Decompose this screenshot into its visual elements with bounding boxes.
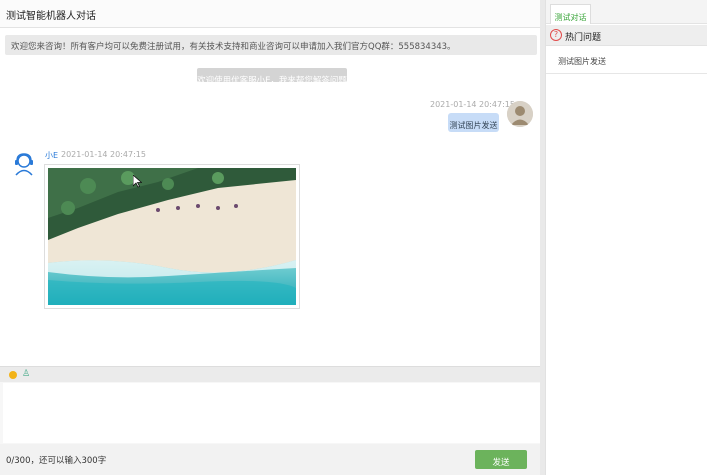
composer-toolbar: ♙ bbox=[0, 366, 540, 382]
hot-question-text: 测试图片发送 bbox=[558, 57, 606, 66]
user-message-bubble: 测试图片发送 bbox=[448, 113, 499, 132]
question-icon: ? bbox=[550, 29, 562, 41]
mouse-cursor-icon bbox=[133, 175, 142, 188]
bot-message-timestamp: 2021-01-14 20:47:15 bbox=[61, 150, 146, 159]
send-button-label: 发送 bbox=[492, 458, 510, 468]
user-message-text: 测试图片发送 bbox=[449, 121, 498, 130]
chat-title: 测试智能机器人对话 bbox=[6, 11, 96, 22]
system-message: 欢迎使用优客服小E，我来帮您解答问题 bbox=[197, 68, 347, 86]
char-counter: 0/300，还可以输入300字 bbox=[6, 456, 107, 466]
chat-header: 测试智能机器人对话 bbox=[0, 0, 540, 28]
tab-test-dialog-label: 测试对话 bbox=[554, 13, 587, 22]
bot-image-message[interactable] bbox=[44, 164, 300, 309]
user-message-timestamp: 2021-01-14 20:47:15 bbox=[430, 100, 515, 109]
beach-photo bbox=[48, 168, 296, 305]
hot-questions-title: 热门问题 bbox=[565, 33, 602, 43]
chat-panel: 测试智能机器人对话 欢迎您来咨询！所有客户均可以免费注册试用，有关技术支持和商业… bbox=[0, 0, 540, 475]
system-message-text: 欢迎使用优客服小E，我来帮您解答问题 bbox=[197, 76, 347, 86]
notice-text: 欢迎您来咨询！所有客户均可以免费注册试用，有关技术支持和商业咨询可以申请加入我们… bbox=[11, 42, 456, 52]
send-button[interactable]: 发送 bbox=[475, 450, 527, 469]
side-tab-bar: 测试对话 bbox=[546, 0, 707, 24]
bot-avatar-icon bbox=[12, 152, 36, 176]
hot-question-item[interactable]: 测试图片发送 bbox=[546, 48, 707, 74]
composer-footer: 0/300，还可以输入300字 发送 bbox=[0, 444, 540, 475]
user-avatar bbox=[507, 101, 533, 127]
tab-test-dialog[interactable]: 测试对话 bbox=[550, 4, 591, 24]
message-list[interactable]: 欢迎您来咨询！所有客户均可以免费注册试用，有关技术支持和商业咨询可以申请加入我们… bbox=[0, 28, 540, 366]
side-panel: 测试对话 ? 热门问题 测试图片发送 bbox=[545, 0, 707, 475]
bot-name: 小E bbox=[45, 151, 59, 160]
emoji-icon[interactable] bbox=[9, 371, 17, 379]
message-input[interactable] bbox=[3, 383, 540, 443]
hot-questions-header: ? 热门问题 bbox=[546, 25, 707, 46]
attachment-icon[interactable]: ♙ bbox=[22, 369, 30, 379]
welcome-notice: 欢迎您来咨询！所有客户均可以免费注册试用，有关技术支持和商业咨询可以申请加入我们… bbox=[5, 35, 537, 55]
